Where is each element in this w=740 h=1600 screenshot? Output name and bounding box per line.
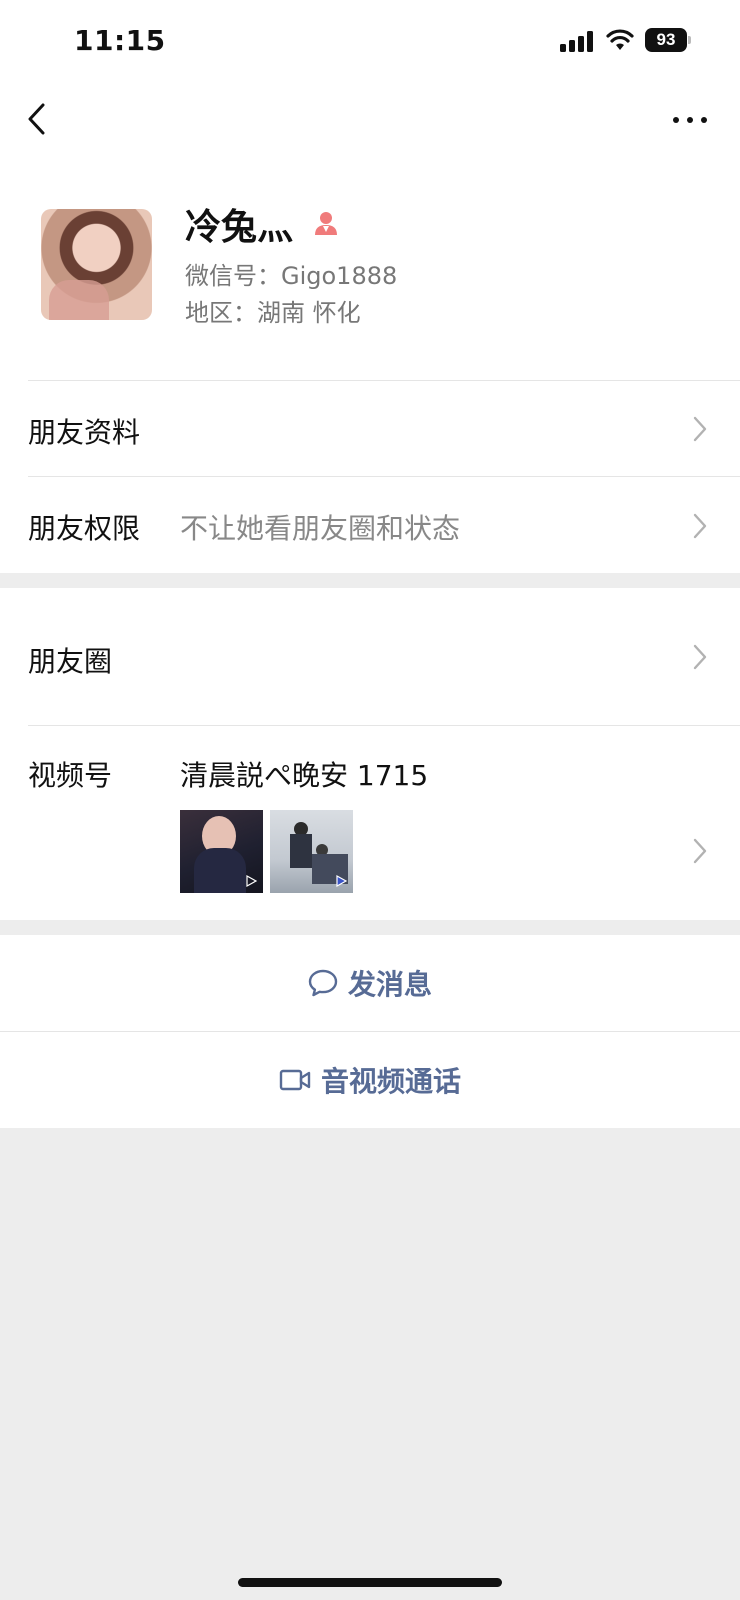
channel-video-thumbnail[interactable]	[270, 810, 353, 893]
wifi-icon	[606, 29, 634, 50]
section-separator	[0, 920, 740, 935]
chevron-right-icon[interactable]	[693, 644, 707, 670]
wechat-id: 微信号：Gigo1888	[185, 262, 398, 290]
status-time: 11:15	[74, 24, 166, 57]
row-permissions-value: 不让她看朋友圈和状态	[180, 512, 461, 545]
contact-profile-page: 11:15 93 冷兔灬 微信号：Gigo1888 地区：湖南 怀化 朋友资料 …	[0, 0, 740, 1600]
row-moments-label: 朋友圈	[28, 645, 113, 678]
section-separator	[0, 573, 740, 588]
channel-video-thumbnail[interactable]	[180, 810, 263, 893]
chevron-right-icon[interactable]	[693, 838, 707, 864]
home-indicator[interactable]	[238, 1578, 502, 1587]
battery-level: 93	[645, 28, 687, 52]
region: 地区：湖南 怀化	[185, 299, 361, 327]
avatar[interactable]	[41, 209, 152, 320]
contact-name: 冷兔灬	[185, 207, 294, 248]
video-camera-icon	[279, 1069, 311, 1091]
chevron-right-icon[interactable]	[693, 416, 707, 442]
chevron-right-icon[interactable]	[693, 513, 707, 539]
row-friend-info-label: 朋友资料	[28, 416, 141, 449]
row-permissions-label: 朋友权限	[28, 512, 141, 545]
more-icon[interactable]	[670, 110, 710, 130]
person-badge-icon	[315, 212, 337, 235]
call-label: 音视频通话	[320, 1065, 461, 1098]
send-message-label: 发消息	[347, 968, 432, 1001]
row-channels-label: 视频号	[28, 759, 113, 792]
audio-video-call-button[interactable]: 音视频通话	[0, 1032, 740, 1128]
send-message-button[interactable]: 发消息	[0, 935, 740, 1031]
signal-icon	[560, 30, 594, 52]
chat-bubble-icon	[308, 969, 338, 997]
back-icon[interactable]	[24, 100, 48, 138]
play-icon	[246, 875, 257, 887]
channel-name: 清晨説ぺ晚安 1715	[180, 759, 429, 792]
battery-icon: 93	[645, 28, 691, 52]
play-icon	[336, 875, 347, 887]
